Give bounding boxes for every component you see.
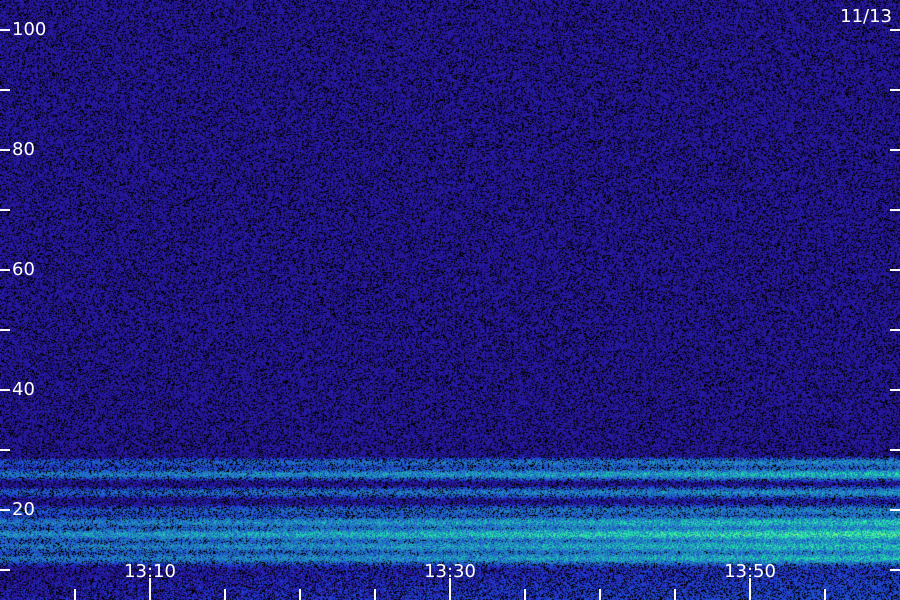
x-tick-label: 13:10	[124, 561, 176, 582]
x-tick-label: 13:50	[724, 561, 776, 582]
y-tick-label: 60	[12, 259, 35, 280]
y-tick-label: 100	[12, 19, 46, 40]
y-tick-label: 20	[12, 499, 35, 520]
y-tick-label: 80	[12, 139, 35, 160]
y-tick-label: 40	[12, 379, 35, 400]
x-tick-label: 13:30	[424, 561, 476, 582]
spectrogram-axes: 20 40 60 80 100 13:10 13:30 13:50	[0, 19, 900, 600]
date-label: 11/13	[840, 6, 892, 27]
y-axis: 20 40 60 80 100	[0, 19, 900, 571]
x-axis: 13:10 13:30 13:50	[74, 561, 826, 600]
